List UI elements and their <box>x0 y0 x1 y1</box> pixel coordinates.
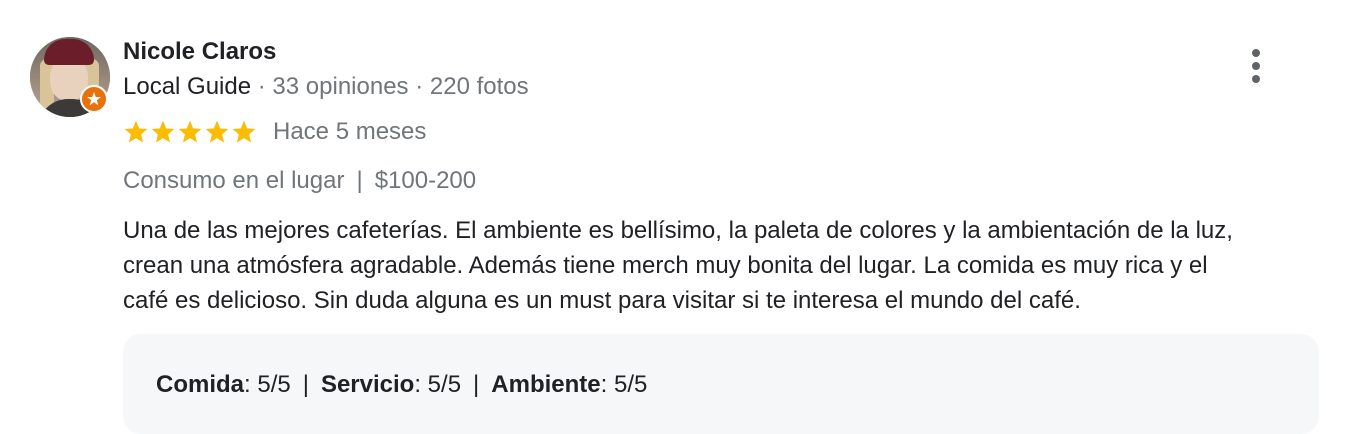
star-icon <box>178 120 202 143</box>
meta-separator: · <box>251 73 273 100</box>
star-icon <box>124 120 148 143</box>
subrating-label-service: Servicio <box>320 371 415 398</box>
visit-info: Consumo en el lugar | $100-200 <box>123 167 476 195</box>
subrating-label-ambience: Ambiente <box>491 371 601 398</box>
review-line: crean una atmósfera agradable. Además ti… <box>123 252 1208 279</box>
more-vert-icon <box>1252 49 1260 83</box>
review-text: Una de las mejores cafeterías. El ambien… <box>123 213 1333 318</box>
visit-type: Consumo en el lugar <box>123 167 345 194</box>
rating-row: Hace 5 meses <box>123 118 426 146</box>
reviews-count: 33 opiniones <box>272 73 409 100</box>
reviewer-avatar[interactable] <box>30 37 110 117</box>
visit-separator: | <box>356 167 363 194</box>
price-range: $100-200 <box>374 167 477 194</box>
subrating-separator: | <box>473 371 480 398</box>
subrating-separator: | <box>302 371 309 398</box>
more-options-button[interactable] <box>1240 44 1272 88</box>
star-icon <box>232 120 256 143</box>
review-line: café es delicioso. Sin duda alguna es un… <box>123 287 1081 314</box>
star-icon <box>151 120 175 143</box>
review-date: Hace 5 meses <box>273 118 427 145</box>
subrating-value-food: : 5/5 <box>244 371 291 398</box>
subrating-label-food: Comida <box>156 371 245 398</box>
subrating-value-service: : 5/5 <box>414 371 462 398</box>
review-line: Una de las mejores cafeterías. El ambien… <box>123 217 1233 244</box>
reviewer-meta: Local Guide · 33 opiniones · 220 fotos <box>123 73 529 101</box>
reviewer-name[interactable]: Nicole Claros <box>123 38 276 66</box>
star-icon <box>205 120 229 143</box>
star-rating <box>123 119 257 145</box>
photos-count: 220 fotos <box>429 73 529 100</box>
subratings-panel: Comida: 5/5 | Servicio: 5/5 | Ambiente: 5/5 <box>123 334 1319 434</box>
local-guide-badge-icon <box>80 85 108 113</box>
meta-separator: · <box>408 73 430 100</box>
subrating-value-ambience: : 5/5 <box>600 371 648 398</box>
subratings-row: Comida: 5/5 | Servicio: 5/5 | Ambiente: 5/5 <box>156 371 647 399</box>
local-guide-label: Local Guide <box>123 73 252 100</box>
